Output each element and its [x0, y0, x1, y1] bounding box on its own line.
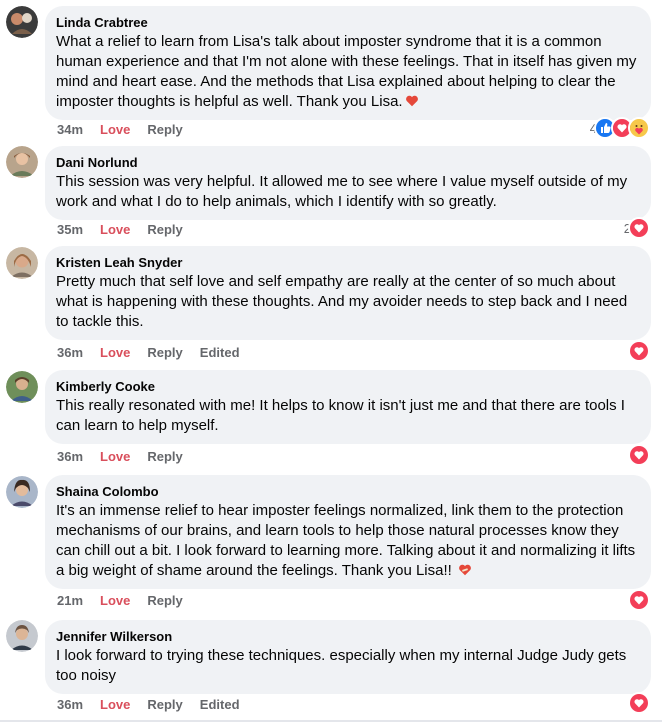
- comment-timestamp[interactable]: 34m: [57, 122, 83, 137]
- reply-button[interactable]: Reply: [147, 697, 182, 712]
- comment-bubble: Kristen Leah Snyder Pretty much that sel…: [45, 246, 651, 340]
- comment-timestamp[interactable]: 35m: [57, 222, 83, 237]
- avatar[interactable]: [6, 371, 38, 403]
- love-button[interactable]: Love: [100, 122, 130, 137]
- love-react-icon: [628, 217, 650, 239]
- love-react-icon: [628, 589, 650, 611]
- avatar[interactable]: [6, 247, 38, 279]
- comment-actions: 36m Love Reply Edited: [57, 696, 257, 712]
- love-button[interactable]: Love: [100, 222, 130, 237]
- comment-actions: 36m Love Reply Edited: [57, 344, 257, 360]
- reaction-summary[interactable]: [628, 340, 650, 362]
- avatar[interactable]: [6, 6, 38, 38]
- avatar[interactable]: [6, 146, 38, 178]
- mending-heart-emoji-icon: [459, 564, 471, 576]
- love-button[interactable]: Love: [100, 593, 130, 608]
- comment-actions: 34m Love Reply: [57, 121, 200, 137]
- reply-button[interactable]: Reply: [147, 122, 182, 137]
- love-button[interactable]: Love: [100, 697, 130, 712]
- comment-timestamp[interactable]: 36m: [57, 697, 83, 712]
- comment-text: Pretty much that self love and self empa…: [56, 273, 628, 330]
- comment-bubble: Jennifer Wilkerson I look forward to try…: [45, 620, 651, 694]
- reaction-summary[interactable]: [628, 589, 650, 611]
- comment-bubble: Kimberly Cooke This really resonated wit…: [45, 370, 651, 444]
- comment-author[interactable]: Dani Norlund: [56, 154, 639, 172]
- love-react-icon: [628, 444, 650, 466]
- comment-actions: 35m Love Reply: [57, 221, 200, 237]
- comment-text: This session was very helpful. It allowe…: [56, 173, 628, 210]
- comment-author[interactable]: Shaina Colombo: [56, 483, 639, 501]
- comment-author[interactable]: Kimberly Cooke: [56, 378, 639, 396]
- comment-author[interactable]: Jennifer Wilkerson: [56, 628, 639, 646]
- care-react-icon: [628, 117, 650, 139]
- comment-author[interactable]: Linda Crabtree: [56, 14, 639, 32]
- comment-text: What a relief to learn from Lisa's talk …: [56, 33, 637, 110]
- comment-actions: 36m Love Reply: [57, 448, 200, 464]
- love-react-icon: [628, 692, 650, 714]
- edited-label[interactable]: Edited: [200, 697, 240, 712]
- comment-timestamp[interactable]: 21m: [57, 593, 83, 608]
- comment-author[interactable]: Kristen Leah Snyder: [56, 254, 639, 272]
- comment-text: I look forward to trying these technique…: [56, 647, 627, 684]
- comment-timestamp[interactable]: 36m: [57, 345, 83, 360]
- reply-button[interactable]: Reply: [147, 593, 182, 608]
- comment-timestamp[interactable]: 36m: [57, 449, 83, 464]
- comment-text: This really resonated with me! It helps …: [56, 397, 625, 434]
- avatar[interactable]: [6, 620, 38, 652]
- reaction-summary[interactable]: [628, 444, 650, 466]
- heart-emoji-icon: [405, 95, 418, 107]
- reply-button[interactable]: Reply: [147, 449, 182, 464]
- comment-actions: 21m Love Reply: [57, 592, 200, 608]
- reaction-summary[interactable]: 2: [624, 217, 650, 239]
- comment-bubble: Shaina Colombo It's an immense relief to…: [45, 475, 651, 589]
- love-button[interactable]: Love: [100, 345, 130, 360]
- comment-text: It's an immense relief to hear imposter …: [56, 502, 636, 579]
- love-button[interactable]: Love: [100, 449, 130, 464]
- reaction-summary[interactable]: [628, 692, 650, 714]
- reply-button[interactable]: Reply: [147, 345, 182, 360]
- comment-bubble: Dani Norlund This session was very helpf…: [45, 146, 651, 220]
- comment-bubble: Linda Crabtree What a relief to learn fr…: [45, 6, 651, 120]
- edited-label[interactable]: Edited: [200, 345, 240, 360]
- avatar[interactable]: [6, 476, 38, 508]
- reply-button[interactable]: Reply: [147, 222, 182, 237]
- love-react-icon: [628, 340, 650, 362]
- reaction-summary[interactable]: 4: [590, 117, 650, 139]
